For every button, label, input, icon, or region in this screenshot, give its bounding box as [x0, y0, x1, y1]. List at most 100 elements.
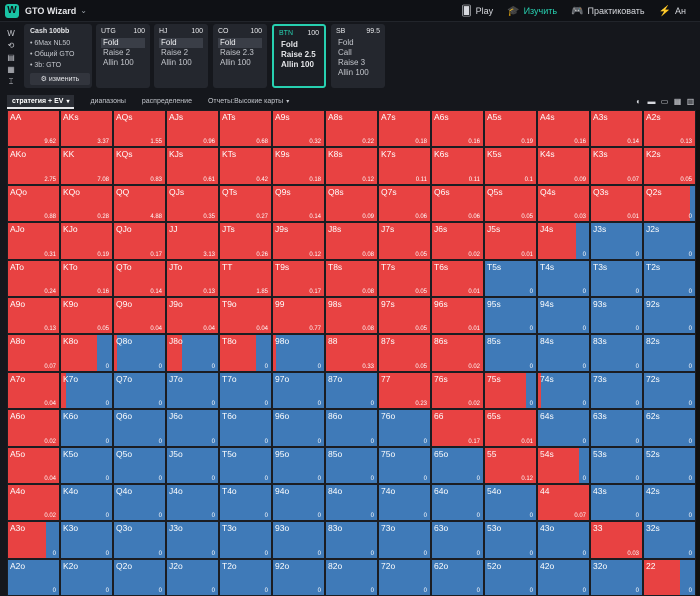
tab-0[interactable]: стратегия + EV ▾ — [7, 95, 75, 109]
hand-cell[interactable]: T2s 0 — [643, 259, 696, 297]
hand-cell[interactable]: J3o 0 — [166, 521, 219, 559]
contrast-icon[interactable]: ◐ — [633, 96, 644, 107]
hand-cell[interactable]: Q3o 0 — [113, 521, 166, 559]
hand-cell[interactable]: Q5o 0 — [113, 446, 166, 484]
hand-cell[interactable]: A7s 0.18 — [378, 110, 431, 148]
action-option[interactable]: Fold — [279, 40, 319, 50]
hand-cell[interactable]: 62s 0 — [643, 409, 696, 447]
hand-cell[interactable]: KTo 0.16 — [60, 259, 113, 297]
hand-cell[interactable]: AA 9.62 — [7, 110, 60, 148]
position-sb[interactable]: SB 99.5 Fold Call Raise 3 Allin 100 — [331, 24, 385, 88]
hand-cell[interactable]: K5o 0 — [60, 446, 113, 484]
hand-cell[interactable]: K8o 0 — [60, 334, 113, 372]
action-option[interactable]: Fold — [336, 38, 380, 48]
cursor-icon[interactable]: ⌶ — [9, 76, 14, 88]
hand-cell[interactable]: A8o 0.07 — [7, 334, 60, 372]
hand-cell[interactable]: 86o 0 — [325, 409, 378, 447]
hand-cell[interactable]: T9s 0.17 — [272, 259, 325, 297]
hand-cell[interactable]: KTs 0.42 — [219, 147, 272, 185]
bar-icon[interactable]: ▬ — [646, 96, 657, 107]
hand-cell[interactable]: A4s 0.16 — [537, 110, 590, 148]
action-option[interactable]: Raise 2 — [101, 48, 145, 58]
hand-cell[interactable]: J9o 0.04 — [166, 296, 219, 335]
hand-cell[interactable]: T8s 0.08 — [325, 259, 378, 297]
hand-cell[interactable]: J6s 0.02 — [431, 222, 484, 260]
hand-cell[interactable]: 74s 0 — [537, 371, 590, 410]
hand-cell[interactable]: JJ 3.13 — [166, 222, 219, 260]
hand-cell[interactable]: 52s 0 — [643, 446, 696, 484]
hand-cell[interactable]: 94s 0 — [537, 296, 590, 335]
hand-cell[interactable]: 33 0.03 — [590, 521, 643, 559]
hand-cell[interactable]: 82s 0 — [643, 334, 696, 372]
hand-cell[interactable]: 44 0.07 — [537, 483, 590, 522]
hand-cell[interactable]: KJo 0.19 — [60, 222, 113, 260]
hand-cell[interactable]: Q7o 0 — [113, 371, 166, 410]
position-co[interactable]: CO 100 Fold Raise 2.3 Allin 100 — [213, 24, 267, 88]
hand-cell[interactable]: A3s 0.14 — [590, 110, 643, 148]
nav-3[interactable]: ⚡ Ан — [659, 6, 686, 17]
action-option[interactable]: Fold — [218, 38, 262, 48]
action-option[interactable]: Call — [336, 48, 380, 58]
hand-cell[interactable]: K9o 0.05 — [60, 296, 113, 335]
hand-cell[interactable]: 98o 0 — [272, 334, 325, 372]
hand-cell[interactable]: QJs 0.35 — [166, 184, 219, 223]
hand-cell[interactable]: AJo 0.31 — [7, 222, 60, 260]
hand-cell[interactable]: 52o 0 — [484, 558, 537, 596]
hand-cell[interactable]: 65o 0 — [431, 446, 484, 484]
hand-cell[interactable]: JTo 0.13 — [166, 259, 219, 297]
hand-cell[interactable]: T7s 0.05 — [378, 259, 431, 297]
hand-cell[interactable]: 43s 0 — [590, 483, 643, 522]
hand-cell[interactable]: Q9s 0.14 — [272, 184, 325, 223]
hand-cell[interactable]: 82o 0 — [325, 558, 378, 596]
hand-cell[interactable]: QJo 0.17 — [113, 222, 166, 260]
hand-cell[interactable]: 96o 0 — [272, 409, 325, 447]
hand-cell[interactable]: K6s 0.11 — [431, 147, 484, 185]
hand-cell[interactable]: 64s 0 — [537, 409, 590, 447]
hand-cell[interactable]: 93o 0 — [272, 521, 325, 559]
hand-cell[interactable]: 87o 0 — [325, 371, 378, 410]
hand-cell[interactable]: A6o 0.02 — [7, 409, 60, 447]
hand-cell[interactable]: J6o 0 — [166, 409, 219, 447]
hand-cell[interactable]: 54s 0 — [537, 446, 590, 484]
reset-icon[interactable]: ⟲ — [8, 40, 15, 52]
hand-cell[interactable]: K6o 0 — [60, 409, 113, 447]
hand-cell[interactable]: KQs 0.83 — [113, 147, 166, 185]
hand-cell[interactable]: 75o 0 — [378, 446, 431, 484]
hand-cell[interactable]: AQs 1.55 — [113, 110, 166, 148]
chevron-down-icon[interactable]: ⌄ — [80, 6, 87, 15]
hand-cell[interactable]: A9s 0.32 — [272, 110, 325, 148]
hand-cell[interactable]: 84s 0 — [537, 334, 590, 372]
hand-cell[interactable]: A9o 0.13 — [7, 296, 60, 335]
hand-cell[interactable]: 76s 0.02 — [431, 371, 484, 410]
hand-cell[interactable]: J8s 0.08 — [325, 222, 378, 260]
action-option[interactable]: Raise 2.5 — [279, 50, 319, 60]
hand-cell[interactable]: 84o 0 — [325, 483, 378, 522]
hand-cell[interactable]: Q2o 0 — [113, 558, 166, 596]
hand-cell[interactable]: Q6s 0.06 — [431, 184, 484, 223]
hand-cell[interactable]: K9s 0.18 — [272, 147, 325, 185]
action-option[interactable]: Raise 2.3 — [218, 48, 262, 58]
hand-cell[interactable]: 65s 0.01 — [484, 409, 537, 447]
hand-cell[interactable]: 42s 0 — [643, 483, 696, 522]
hand-cell[interactable]: 95o 0 — [272, 446, 325, 484]
hand-cell[interactable]: AJs 0.96 — [166, 110, 219, 148]
hand-cell[interactable]: A7o 0.04 — [7, 371, 60, 410]
hand-cell[interactable]: 74o 0 — [378, 483, 431, 522]
logo-icon[interactable]: W — [7, 28, 15, 40]
columns-icon[interactable]: ▥ — [685, 96, 696, 107]
hand-cell[interactable]: T3s 0 — [590, 259, 643, 297]
hand-cell[interactable]: J5s 0.01 — [484, 222, 537, 260]
hand-cell[interactable]: J7s 0.05 — [378, 222, 431, 260]
hand-cell[interactable]: Q4o 0 — [113, 483, 166, 522]
hand-cell[interactable]: KK 7.08 — [60, 147, 113, 185]
hand-cell[interactable]: A4o 0.02 — [7, 483, 60, 522]
action-option[interactable]: Raise 2 — [159, 48, 203, 58]
hand-cell[interactable]: T8o 0 — [219, 334, 272, 372]
hand-cell[interactable]: A5o 0.04 — [7, 446, 60, 484]
hand-cell[interactable]: 92o 0 — [272, 558, 325, 596]
hand-cell[interactable]: Q2s 0 — [643, 184, 696, 223]
hand-cell[interactable]: ATo 0.24 — [7, 259, 60, 297]
hand-cell[interactable]: 86s 0.02 — [431, 334, 484, 372]
hand-cell[interactable]: Q4s 0.03 — [537, 184, 590, 223]
hand-cell[interactable]: 85s 0 — [484, 334, 537, 372]
